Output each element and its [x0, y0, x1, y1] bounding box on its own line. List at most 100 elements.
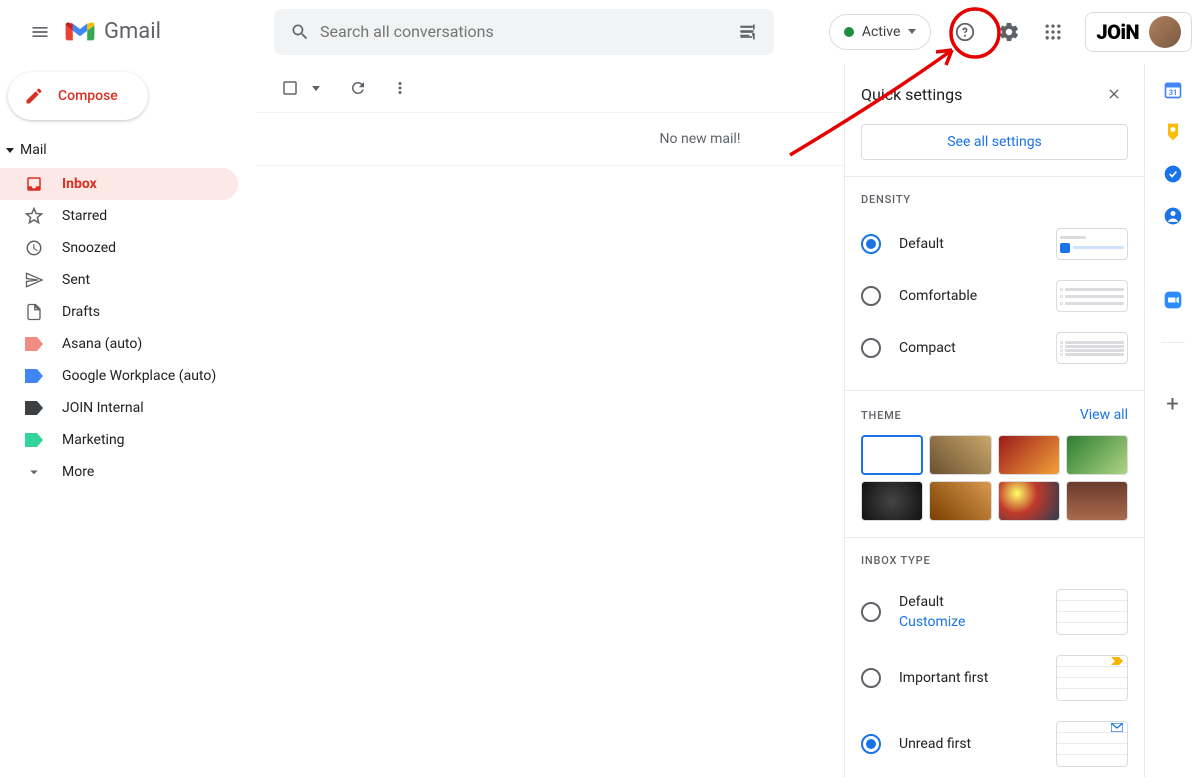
sidebar-item-marketing[interactable]: Marketing — [0, 424, 238, 456]
theme-tile[interactable] — [929, 481, 991, 521]
customize-link[interactable]: Customize — [899, 614, 1038, 630]
option-label: Unread first — [899, 736, 1038, 752]
density-section: DENSITY DefaultComfortableCompact — [845, 176, 1144, 390]
close-icon[interactable] — [1100, 80, 1128, 108]
avatar[interactable] — [1149, 16, 1181, 48]
theme-tile[interactable] — [861, 481, 923, 521]
inboxtype-thumb — [1056, 721, 1128, 767]
status-label: Active — [862, 24, 901, 40]
theme-tile[interactable] — [1066, 435, 1128, 475]
radio-icon — [861, 734, 881, 754]
option-label: DefaultCustomize — [899, 594, 1038, 630]
quick-settings-panel: Quick settings See all settings DENSITY … — [844, 64, 1144, 777]
sidebar-item-drafts[interactable]: Drafts — [0, 296, 238, 328]
theme-view-all-link[interactable]: View all — [1080, 407, 1128, 423]
menu-icon[interactable] — [16, 8, 64, 56]
sidebar-item-label: Starred — [62, 208, 107, 224]
radio-icon — [861, 668, 881, 688]
theme-tile[interactable] — [1066, 481, 1128, 521]
search-bar[interactable] — [274, 9, 774, 55]
sidebar-item-starred[interactable]: Starred — [0, 200, 238, 232]
sidebar-item-label: Sent — [62, 272, 90, 288]
sidebar-item-snoozed[interactable]: Snoozed — [0, 232, 238, 264]
sidebar-item-label: Asana (auto) — [62, 336, 142, 352]
theme-grid — [861, 435, 1128, 521]
pencil-icon — [24, 86, 44, 106]
theme-title: THEME — [861, 409, 902, 422]
sidebar-item-label: Google Workplace (auto) — [62, 368, 216, 384]
option-label: Compact — [899, 340, 1038, 356]
label-icon — [24, 334, 44, 354]
add-addon-icon[interactable]: + — [1166, 392, 1178, 417]
radio-icon — [861, 234, 881, 254]
caret-down-icon — [908, 29, 916, 34]
sidebar-item-sent[interactable]: Sent — [0, 264, 238, 296]
sidebar-item-label: Marketing — [62, 432, 125, 448]
svg-text:31: 31 — [1168, 88, 1177, 97]
inboxtype-option-important-first[interactable]: Important first — [861, 645, 1128, 711]
refresh-button[interactable] — [340, 70, 376, 106]
more-button[interactable] — [382, 70, 418, 106]
calendar-icon[interactable]: 31 — [1163, 80, 1183, 100]
zoom-icon[interactable] — [1163, 290, 1183, 310]
sidebar-item-label: Snoozed — [62, 240, 116, 256]
star-icon — [24, 206, 44, 226]
search-icon[interactable] — [280, 12, 320, 52]
settings-gear-icon[interactable] — [989, 12, 1029, 52]
sidebar-item-join-internal[interactable]: JOIN Internal — [0, 392, 238, 424]
option-label: Default — [899, 236, 1038, 252]
help-icon[interactable] — [945, 12, 985, 52]
keep-icon[interactable] — [1163, 122, 1183, 142]
contacts-icon[interactable] — [1163, 206, 1183, 226]
label-icon — [24, 366, 44, 386]
sidebar-item-label: JOIN Internal — [62, 400, 144, 416]
workspace-brand-chip[interactable]: JOiN — [1085, 12, 1192, 52]
apps-grid-icon[interactable] — [1033, 12, 1073, 52]
tasks-icon[interactable] — [1163, 164, 1183, 184]
inboxtype-thumb — [1056, 655, 1128, 701]
inboxtype-option-default[interactable]: DefaultCustomize — [861, 579, 1128, 645]
density-thumb — [1056, 280, 1128, 312]
mail-section-label: Mail — [20, 142, 47, 158]
see-all-settings-button[interactable]: See all settings — [861, 124, 1128, 160]
select-all-checkbox[interactable] — [272, 70, 308, 106]
density-thumb — [1056, 228, 1128, 260]
density-option-default[interactable]: Default — [861, 218, 1128, 270]
theme-section: THEME View all — [845, 390, 1144, 537]
header: Gmail Active JOiN — [0, 0, 1200, 64]
draft-icon — [24, 302, 44, 322]
density-thumb — [1056, 332, 1128, 364]
search-input[interactable] — [320, 22, 728, 41]
quick-settings-title: Quick settings — [861, 85, 962, 104]
mail-section-toggle[interactable]: Mail — [0, 136, 256, 164]
density-option-compact[interactable]: Compact — [861, 322, 1128, 374]
sidebar-item-label: More — [62, 464, 94, 480]
theme-tile[interactable] — [998, 481, 1060, 521]
inbox-icon — [24, 174, 44, 194]
gmail-logo[interactable]: Gmail — [64, 19, 234, 44]
sidebar-item-label: Inbox — [62, 176, 97, 192]
radio-icon — [861, 286, 881, 306]
inboxtype-option-unread-first[interactable]: Unread first — [861, 711, 1128, 777]
option-label: Important first — [899, 670, 1038, 686]
option-label: Comfortable — [899, 288, 1038, 304]
inboxtype-thumb — [1056, 589, 1128, 635]
caret-down-icon[interactable] — [312, 86, 320, 91]
compose-button[interactable]: Compose — [8, 72, 148, 120]
radio-icon — [861, 338, 881, 358]
radio-icon — [861, 602, 881, 622]
label-icon — [24, 398, 44, 418]
density-option-comfortable[interactable]: Comfortable — [861, 270, 1128, 322]
sidebar-item-inbox[interactable]: Inbox — [0, 168, 238, 200]
sidebar-item-more[interactable]: More — [0, 456, 238, 488]
inbox-type-title: INBOX TYPE — [861, 554, 1128, 567]
label-icon — [24, 430, 44, 450]
app-name: Gmail — [104, 19, 161, 44]
status-chip[interactable]: Active — [829, 14, 932, 50]
theme-tile[interactable] — [998, 435, 1060, 475]
sidebar-item-google-workplace-auto-[interactable]: Google Workplace (auto) — [0, 360, 238, 392]
sidebar-item-asana-auto-[interactable]: Asana (auto) — [0, 328, 238, 360]
search-options-icon[interactable] — [728, 12, 768, 52]
theme-tile[interactable] — [929, 435, 991, 475]
theme-tile[interactable] — [861, 435, 923, 475]
